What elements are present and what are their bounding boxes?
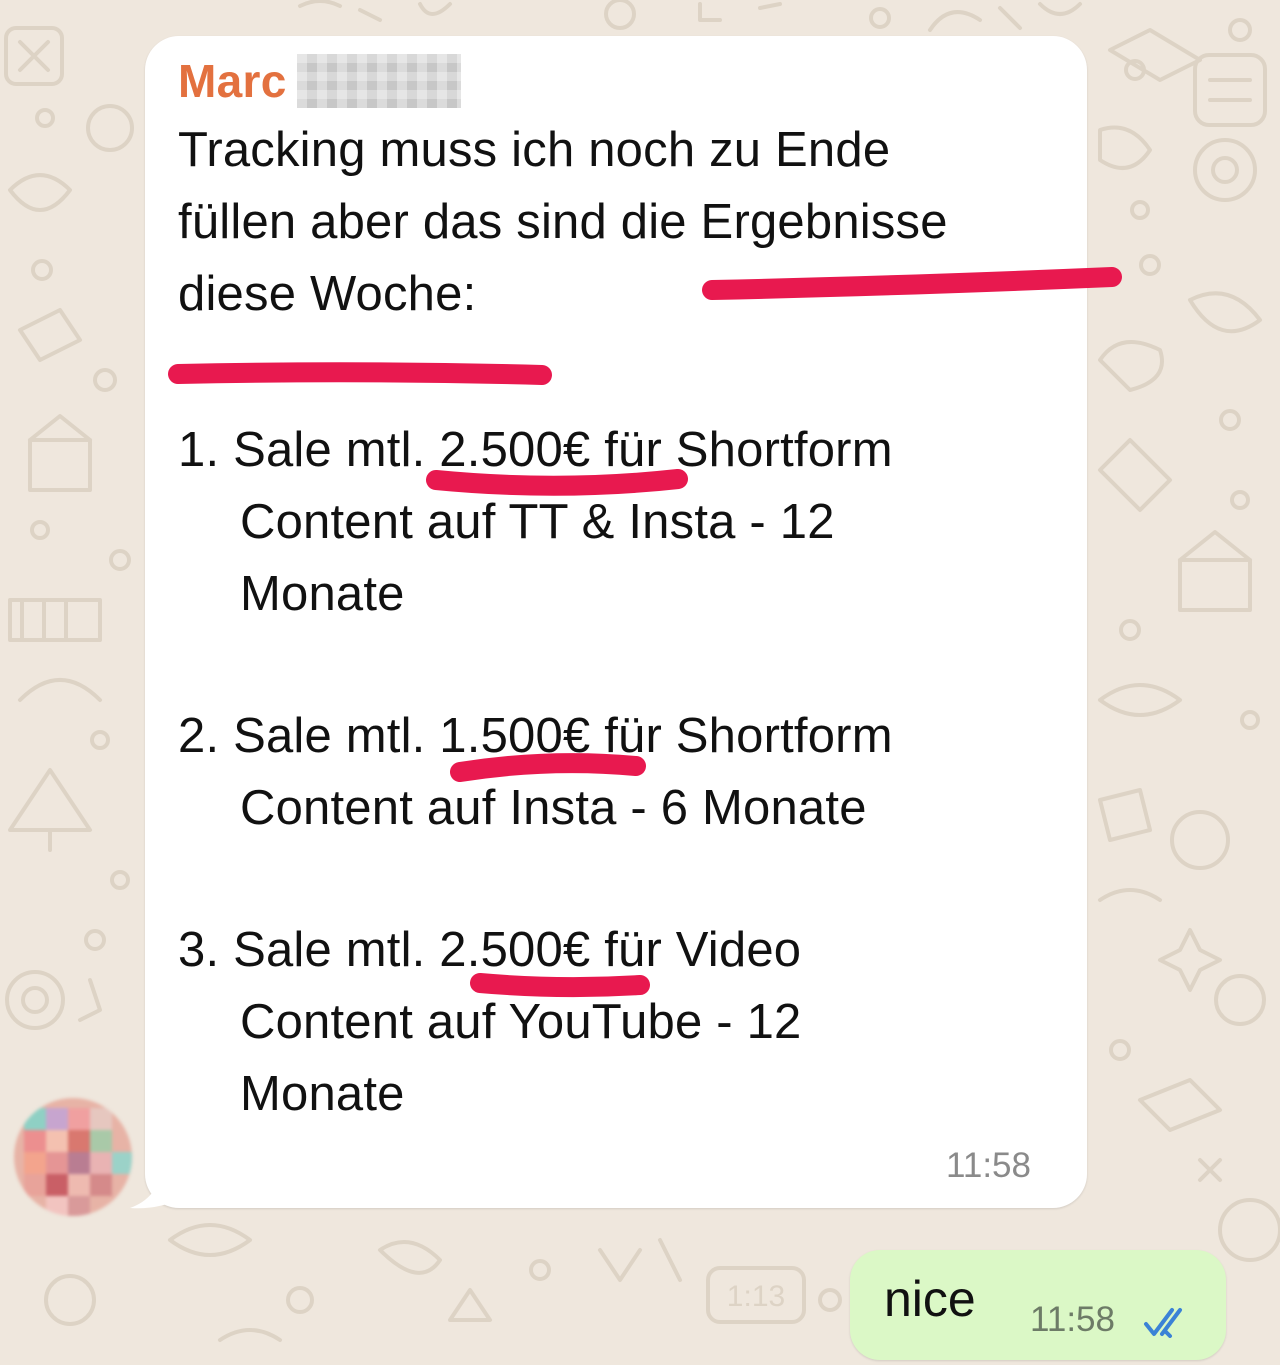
wallpaper-stamp: 1:13 (727, 1280, 785, 1313)
message-line: Monate (240, 567, 405, 621)
outgoing-message-time: 11:58 (1030, 1300, 1115, 1339)
message-line: Content auf YouTube - 12 (240, 995, 802, 1049)
incoming-message-time: 11:58 (946, 1146, 1031, 1185)
sender-name: Marc (178, 55, 287, 107)
message-line: Monate (240, 1067, 405, 1121)
sender-avatar[interactable] (14, 1098, 132, 1216)
message-line: füllen aber das sind die Ergebnisse (178, 195, 948, 249)
message-line: 3. Sale mtl. 2.500€ für Video (178, 923, 802, 977)
message-line: Content auf Insta - 6 Monate (240, 781, 867, 835)
double-check-read-icon (1144, 1308, 1182, 1338)
outgoing-message-text: nice (884, 1271, 976, 1327)
message-sender: Marc (178, 52, 461, 110)
sender-redacted-surname (296, 54, 461, 108)
message-line: diese Woche: (178, 267, 477, 321)
message-line: 2. Sale mtl. 1.500€ für Shortform (178, 709, 893, 763)
message-line: 1. Sale mtl. 2.500€ für Shortform (178, 423, 893, 477)
message-line: Content auf TT & Insta - 12 (240, 495, 835, 549)
message-line: Tracking muss ich noch zu Ende (178, 123, 891, 177)
incoming-bubble-tail (130, 1168, 182, 1209)
